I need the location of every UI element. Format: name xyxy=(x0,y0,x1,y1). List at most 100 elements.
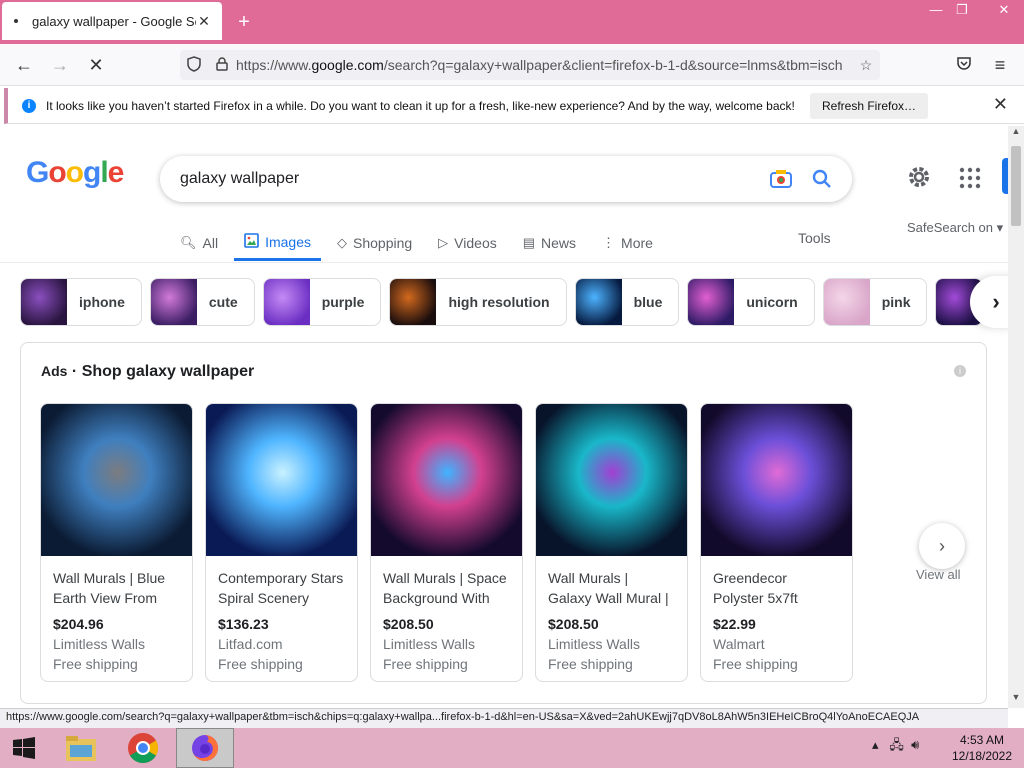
view-all-link[interactable]: View all xyxy=(916,567,961,582)
search-icon: 🔍︎ xyxy=(180,235,197,250)
lock-icon[interactable] xyxy=(208,56,236,74)
maximize-button[interactable]: ❐ xyxy=(946,0,978,22)
product-store: Walmart xyxy=(713,636,765,652)
scroll-down-icon[interactable]: ▼ xyxy=(1008,692,1024,708)
product-image[interactable] xyxy=(701,404,852,556)
network-icon[interactable]: 🖧︎ xyxy=(889,737,904,752)
search-icon[interactable] xyxy=(812,169,832,189)
google-logo[interactable]: Google xyxy=(26,156,124,190)
pocket-icon[interactable] xyxy=(950,52,978,78)
product-image[interactable] xyxy=(536,404,687,556)
chip-label: iphone xyxy=(79,294,125,310)
search-box[interactable]: galaxy wallpaper xyxy=(160,156,852,202)
product-image[interactable] xyxy=(371,404,522,556)
chevron-right-icon[interactable]: › xyxy=(919,523,965,569)
product-store: Litfad.com xyxy=(218,636,283,652)
chip-label: pink xyxy=(881,294,911,310)
notification-close-icon[interactable]: ✕ xyxy=(993,94,1008,115)
tab-shopping[interactable]: ◇ Shopping xyxy=(337,226,412,260)
forward-icon[interactable]: → xyxy=(46,52,74,78)
scroll-thumb[interactable] xyxy=(1011,146,1021,226)
chip-purple[interactable]: purple xyxy=(262,278,382,326)
info-icon: i xyxy=(22,98,36,113)
url-bar[interactable]: https://www.google.com/search?q=galaxy+w… xyxy=(180,50,880,80)
shield-icon[interactable] xyxy=(180,55,208,75)
chip-label: high resolution xyxy=(448,294,550,310)
windows-start-icon[interactable] xyxy=(0,728,48,768)
tab-close-icon[interactable]: ✕ xyxy=(196,13,212,30)
product-shipping: Free shipping xyxy=(53,656,138,672)
tab-title: galaxy wallpaper - Google Search xyxy=(32,13,196,29)
search-tabs: 🔍︎ All Images ◇ Shopping ▷ Videos ▤ News ⋮ Mo… xyxy=(180,226,679,262)
product-title[interactable]: Wall Murals | Galaxy Wall Mural | xyxy=(536,556,687,608)
product-store: Limitless Walls xyxy=(53,636,146,652)
chip-thumbnail xyxy=(263,279,310,325)
bookmark-star-icon[interactable]: ☆ xyxy=(852,57,880,74)
chevron-up-icon[interactable]: ▴ xyxy=(872,737,879,752)
clock[interactable]: 4:53 AM 12/18/2022 xyxy=(944,732,1020,764)
tab-images[interactable]: Images xyxy=(234,226,321,261)
chip-label: purple xyxy=(321,294,365,310)
apps-grid-icon[interactable] xyxy=(958,166,982,190)
clock-time: 4:53 AM xyxy=(959,733,1005,747)
chip-pink[interactable]: pink xyxy=(822,278,928,326)
chip-blue[interactable]: blue xyxy=(574,278,680,326)
product-card[interactable]: Wall Murals | Galaxy Wall Mural | $208.50… xyxy=(535,403,688,682)
chip-thumbnail xyxy=(150,279,197,325)
new-tab-button[interactable]: + xyxy=(232,10,256,34)
tab-all[interactable]: 🔍︎ All xyxy=(180,226,218,260)
menu-icon[interactable]: ≡ xyxy=(986,52,1014,78)
product-card[interactable]: Wall Murals | Blue Earth View From $204.9… xyxy=(40,403,193,682)
refresh-firefox-button[interactable]: Refresh Firefox… xyxy=(810,92,929,119)
product-image[interactable] xyxy=(206,404,357,556)
refinement-chips: iphone cute purple high resolution blue unico… xyxy=(20,278,982,326)
close-window-button[interactable]: ✕ xyxy=(984,0,1024,22)
chip-unicorn[interactable]: unicorn xyxy=(687,278,815,326)
back-icon[interactable]: ← xyxy=(10,52,38,78)
search-input[interactable]: galaxy wallpaper xyxy=(180,170,770,188)
product-price: $22.99 xyxy=(713,616,756,632)
settings-gear-icon[interactable] xyxy=(906,164,932,190)
chip-iphone[interactable]: iphone xyxy=(20,278,142,326)
product-title[interactable]: Wall Murals | Blue Earth View From xyxy=(41,556,192,608)
title-bar: galaxy wallpaper - Google Search ✕ + — ❐… xyxy=(0,0,1024,44)
chrome-icon[interactable] xyxy=(114,728,172,768)
product-card[interactable]: Contemporary Stars Spiral Scenery $136.23… xyxy=(205,403,358,682)
chip-thumbnail xyxy=(21,279,67,325)
product-card[interactable]: Greendecor Polyster 5x7ft $22.99 Walmart Fr… xyxy=(700,403,853,682)
navigation-toolbar: ← → ✕ https://www.google.com/search?q=ga… xyxy=(0,44,1024,86)
product-title[interactable]: Contemporary Stars Spiral Scenery xyxy=(206,556,357,608)
chip-thumbnail xyxy=(823,279,870,325)
tools-button[interactable]: Tools xyxy=(798,230,831,246)
page-scrollbar[interactable]: ▲ ▼ xyxy=(1008,126,1024,708)
safesearch-dropdown[interactable]: SafeSearch on ▾ xyxy=(907,220,1003,236)
tab-news[interactable]: ▤ News xyxy=(523,226,576,260)
volume-icon[interactable]: 🔊︎ xyxy=(911,737,919,752)
product-title[interactable]: Wall Murals | Space Background With xyxy=(371,556,522,608)
stop-icon[interactable]: ✕ xyxy=(82,52,110,78)
product-shipping: Free shipping xyxy=(548,656,633,672)
tab-videos[interactable]: ▷ Videos xyxy=(438,226,497,260)
camera-icon[interactable] xyxy=(770,169,794,189)
scroll-up-icon[interactable]: ▲ xyxy=(1008,126,1024,142)
file-explorer-icon[interactable] xyxy=(52,728,110,768)
image-icon xyxy=(244,233,259,251)
info-icon[interactable]: i xyxy=(954,365,966,377)
chip-label: unicorn xyxy=(746,294,798,310)
product-image[interactable] xyxy=(41,404,192,556)
chip-thumbnail xyxy=(390,279,437,325)
browser-tab[interactable]: galaxy wallpaper - Google Search ✕ xyxy=(2,2,222,40)
chip-cute[interactable]: cute xyxy=(149,278,255,326)
chip-thumbnail xyxy=(575,279,622,325)
chip-high-resolution[interactable]: high resolution xyxy=(389,278,567,326)
web-page: Google galaxy wallpaper 🔍︎ All Images ◇ Sh… xyxy=(0,126,1008,708)
tab-more[interactable]: ⋮ More xyxy=(602,226,653,260)
product-title[interactable]: Greendecor Polyster 5x7ft xyxy=(701,556,852,608)
url-text: https://www.google.com/search?q=galaxy+w… xyxy=(236,57,843,73)
firefox-icon[interactable] xyxy=(176,728,234,768)
product-card[interactable]: Wall Murals | Space Background With $208.… xyxy=(370,403,523,682)
system-tray[interactable]: ▴ 🖧︎ 🔊︎ xyxy=(872,736,919,758)
product-price: $208.50 xyxy=(383,616,434,632)
product-price: $136.23 xyxy=(218,616,269,632)
status-bar: https://www.google.com/search?q=galaxy+w… xyxy=(0,708,1008,728)
